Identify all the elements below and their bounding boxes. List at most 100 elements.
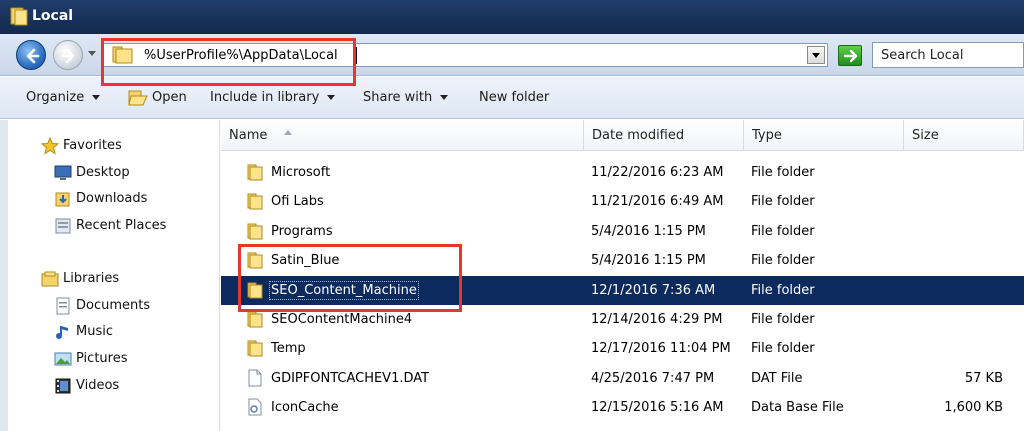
chevron-down-icon: [327, 95, 336, 100]
file-row[interactable]: Programs 5/4/2016 1:15 PM File folder: [221, 217, 1024, 246]
file-row[interactable]: GDIPFONTCACHEV1.DAT 4/25/2016 7:47 PM DAT …: [221, 364, 1024, 393]
file-row[interactable]: Temp 12/17/2016 11:04 PM File folder: [221, 334, 1024, 363]
folder-icon: [247, 310, 265, 332]
address-dropdown-button[interactable]: [807, 46, 825, 64]
file-date: 12/15/2016 5:16 AM: [591, 400, 724, 416]
column-header-name[interactable]: Name: [221, 120, 584, 151]
nav-label: Documents: [76, 298, 151, 313]
search-placeholder: Search Local: [881, 48, 964, 63]
file-date: 12/17/2016 11:04 PM: [591, 341, 731, 357]
pictures-icon: [54, 350, 72, 372]
folder-icon: [247, 192, 265, 214]
sort-ascending-icon: [284, 130, 292, 135]
open-label: Open: [152, 90, 187, 105]
file-date: 11/22/2016 6:23 AM: [591, 165, 724, 180]
file-type: File folder: [751, 282, 815, 298]
videos-icon: [54, 377, 72, 399]
file-type: File folder: [751, 341, 815, 357]
nav-label: Favorites: [63, 138, 122, 153]
file-type: File folder: [751, 165, 815, 180]
chevron-down-icon: [440, 95, 449, 100]
file-name: IconCache: [271, 400, 339, 416]
nav-label: Downloads: [76, 191, 148, 206]
database-file-icon: [247, 398, 263, 420]
file-name: GDIPFONTCACHEV1.DAT: [271, 370, 430, 386]
file-date: 12/1/2016 7:36 AM: [591, 282, 716, 298]
organize-label: Organize: [26, 90, 85, 105]
chevron-down-icon: [812, 53, 820, 58]
column-header-size[interactable]: Size: [904, 120, 1024, 151]
arrow-right-icon: [843, 49, 858, 63]
file-row[interactable]: Microsoft 11/22/2016 6:23 AM File folder: [221, 158, 1024, 187]
file-type: File folder: [751, 312, 815, 327]
history-dropdown-icon[interactable]: [88, 51, 96, 56]
share-with-button[interactable]: Share with: [363, 90, 449, 105]
column-header-type[interactable]: Type: [744, 120, 904, 151]
file-date: 5/4/2016 1:15 PM: [591, 223, 706, 239]
nav-videos[interactable]: Videos: [55, 378, 119, 394]
open-folder-icon: [128, 88, 148, 110]
folder-icon: [247, 339, 265, 361]
back-button[interactable]: [16, 40, 46, 70]
file-name: Microsoft: [271, 165, 331, 180]
text-caret: [356, 47, 357, 64]
file-name: Programs: [271, 223, 333, 239]
column-header-date[interactable]: Date modified: [584, 120, 744, 151]
chevron-down-icon: [92, 95, 101, 100]
file-date: 11/21/2016 6:49 AM: [591, 194, 724, 210]
share-label: Share with: [363, 90, 433, 105]
column-label: Name: [229, 128, 268, 143]
nav-desktop[interactable]: Desktop: [54, 165, 130, 180]
new-folder-button[interactable]: New folder: [479, 90, 549, 105]
nav-label: Recent Places: [76, 218, 167, 233]
file-size: 1,600 KB: [944, 400, 1003, 416]
nav-libraries[interactable]: Libraries: [41, 271, 119, 287]
organize-button[interactable]: Organize: [26, 90, 101, 105]
file-name: SEOContentMachine4: [271, 312, 413, 327]
recent-places-icon: [54, 217, 72, 239]
file-date: 4/25/2016 7:47 PM: [591, 370, 715, 386]
nav-downloads[interactable]: Downloads: [55, 191, 148, 207]
file-type: DAT File: [751, 370, 803, 386]
file-type: File folder: [751, 223, 815, 239]
file-name: Ofi Labs: [271, 194, 324, 210]
window-edge: [0, 120, 8, 431]
arrow-left-icon: [26, 48, 40, 64]
include-label: Include in library: [210, 90, 320, 105]
file-type: Data Base File: [751, 400, 844, 416]
downloads-folder-icon: [54, 190, 72, 212]
column-label: Size: [912, 128, 939, 143]
folder-icon: [10, 6, 28, 30]
window-title: Local: [32, 8, 74, 24]
file-type: File folder: [751, 194, 815, 210]
file-date: 5/4/2016 1:15 PM: [591, 253, 706, 269]
nav-pictures[interactable]: Pictures: [54, 351, 127, 366]
arrow-right-icon: [61, 48, 75, 64]
nav-label: Desktop: [76, 165, 130, 180]
folder-icon: [247, 222, 265, 244]
nav-recent-places[interactable]: Recent Places: [55, 218, 167, 234]
open-button[interactable]: Open: [128, 90, 187, 106]
file-name: Temp: [271, 341, 306, 357]
documents-icon: [54, 297, 72, 319]
star-icon: [40, 136, 60, 159]
nav-favorites[interactable]: Favorites: [40, 136, 122, 155]
file-row[interactable]: IconCache 12/15/2016 5:16 AM Data Base Fil…: [221, 393, 1024, 422]
music-note-icon: [54, 323, 72, 345]
nav-music[interactable]: Music: [56, 324, 113, 339]
file-size: 57 KB: [964, 370, 1003, 386]
search-input[interactable]: Search Local: [872, 42, 1024, 68]
file-type: File folder: [751, 253, 815, 269]
file-row[interactable]: Ofi Labs 11/21/2016 6:49 AM File folder: [221, 187, 1024, 216]
column-label: Type: [752, 128, 782, 143]
nav-documents[interactable]: Documents: [56, 297, 151, 315]
go-button[interactable]: [838, 45, 862, 66]
folder-icon: [247, 163, 265, 185]
annotation-box-folders: [238, 244, 462, 312]
file-date: 12/14/2016 4:29 PM: [591, 312, 723, 327]
include-in-library-button[interactable]: Include in library: [210, 90, 336, 105]
annotation-box-address: [101, 38, 356, 86]
file-icon: [247, 369, 263, 391]
forward-button[interactable]: [53, 40, 83, 70]
navigation-pane: Favorites Desktop Downloads Recent Place…: [8, 120, 220, 431]
